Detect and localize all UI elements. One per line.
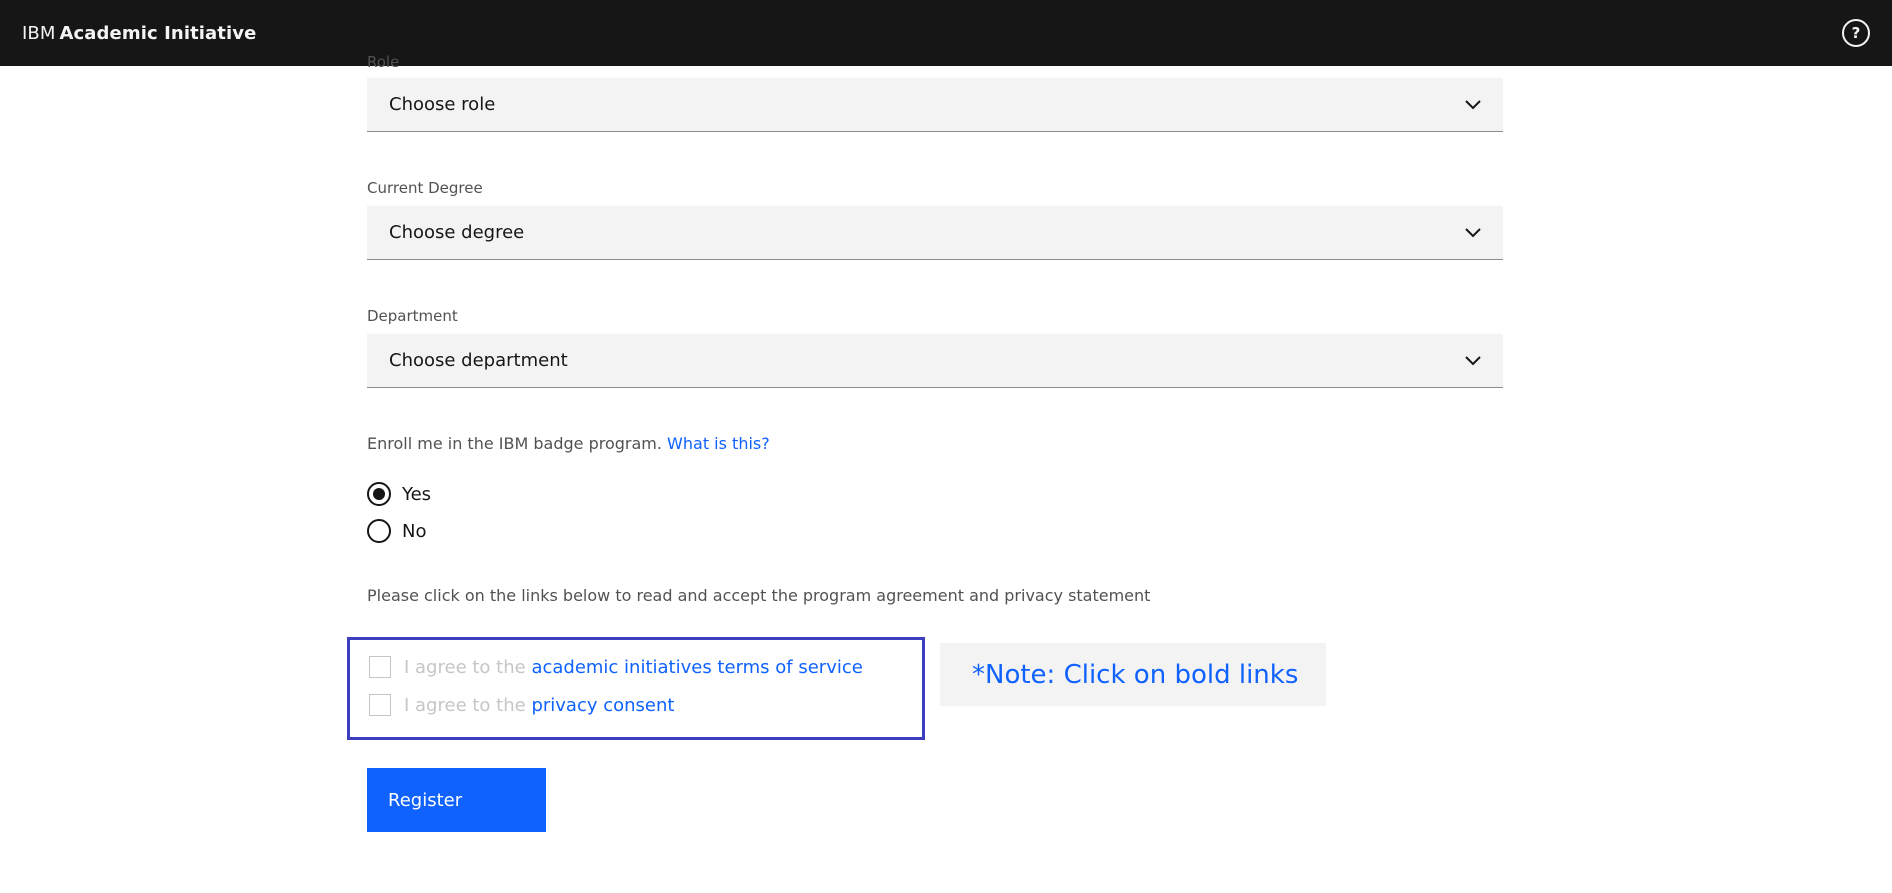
role-select[interactable]: Choose role [367,78,1503,132]
brand-logo[interactable]: IBM Academic Initiative [22,23,256,44]
department-label: Department [367,307,458,325]
privacy-agreement-row: I agree to the privacy consent [369,692,922,718]
help-icon[interactable]: ? [1842,19,1870,47]
badge-program-label: Enroll me in the IBM badge program. [367,434,662,453]
brand-name: Academic Initiative [59,22,257,44]
privacy-consent-link[interactable]: privacy consent [531,695,674,716]
register-button[interactable]: Register [367,768,546,832]
degree-label: Current Degree [367,179,483,197]
degree-select-value: Choose degree [389,222,525,243]
privacy-prefix: I agree to the [404,694,526,716]
radio-button-no[interactable] [367,519,391,543]
badge-radio-group: Yes No [367,479,1504,546]
privacy-agreement-text: I agree to the privacy consent [404,695,674,716]
radio-option-no[interactable]: No [367,516,1504,546]
terms-prefix: I agree to the [404,656,526,678]
role-label: Role [367,53,400,71]
chevron-down-icon [1465,355,1481,366]
terms-checkbox[interactable] [369,656,391,678]
what-is-this-link[interactable]: What is this? [667,434,770,453]
agreement-intro: Please click on the links below to read … [367,586,1151,605]
terms-agreement-row: I agree to the academic initiatives term… [369,654,922,680]
note-callout: *Note: Click on bold links [940,643,1326,706]
chevron-down-icon [1465,99,1481,110]
radio-selected-dot [373,488,385,500]
department-select-value: Choose department [389,350,568,371]
radio-label-no: No [402,520,427,542]
badge-program-text: Enroll me in the IBM badge program. What… [367,434,1504,454]
privacy-checkbox[interactable] [369,694,391,716]
radio-label-yes: Yes [402,483,432,505]
department-select[interactable]: Choose department [367,334,1503,388]
chevron-down-icon [1465,227,1481,238]
degree-select[interactable]: Choose degree [367,206,1503,260]
terms-of-service-link[interactable]: academic initiatives terms of service [531,657,862,678]
registration-form: Role Choose role Current Degree Choose d… [367,53,1504,606]
radio-option-yes[interactable]: Yes [367,479,1504,509]
brand-prefix: IBM [22,22,56,44]
radio-button-yes[interactable] [367,482,391,506]
role-select-value: Choose role [389,94,496,115]
terms-agreement-text: I agree to the academic initiatives term… [404,657,863,678]
agreement-highlight-box: I agree to the academic initiatives term… [347,637,925,740]
role-label-wrap: Role [367,52,1504,72]
